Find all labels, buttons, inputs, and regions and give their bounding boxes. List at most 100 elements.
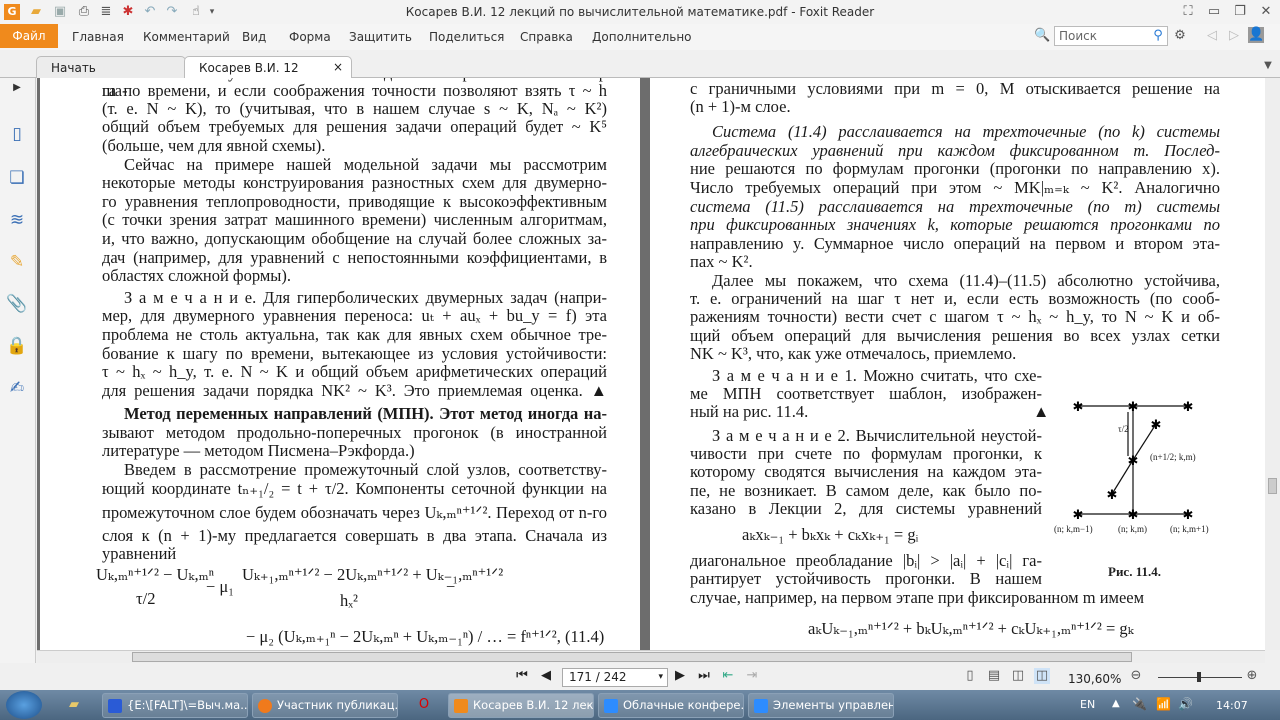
facing-icon[interactable]: ◫ (1010, 668, 1026, 684)
menu-view[interactable]: Вид (242, 30, 266, 44)
horizontal-scroll-thumb[interactable] (132, 652, 1132, 662)
clock[interactable]: 14:07 (1216, 699, 1248, 712)
text-line: − μ₁ (206, 577, 235, 596)
tray-expand-icon[interactable]: ▲ (1112, 698, 1120, 709)
text-line: Введем в рассмотрение промежуточный слой… (124, 460, 607, 479)
tab-document[interactable]: Косарев В.И. 12 лекц...× (184, 56, 352, 89)
start-button[interactable] (6, 691, 42, 719)
continuous-icon[interactable]: ▤ (986, 668, 1002, 684)
volume-icon[interactable]: 🔊 (1178, 697, 1193, 711)
text-line: случае, например, на первом этапе при фи… (690, 588, 1145, 607)
gear-icon[interactable]: ⚙ (1172, 28, 1188, 44)
search-folder-icon[interactable]: 🔍 (1034, 28, 1050, 44)
zoom-in-icon[interactable]: ⊕ (1244, 668, 1260, 684)
comments-panel-icon[interactable]: ✎ (6, 252, 28, 274)
text-line: рантирует устойчивость прогонки. В нашем (690, 569, 1042, 588)
svg-text:✱: ✱ (1183, 400, 1194, 415)
layers-panel-icon[interactable]: ❏ (6, 168, 28, 190)
left-sidebar: ▶ ▯ ❏ ≋ ✎ 📎 🔒 ✍ (0, 78, 36, 664)
zoom-level[interactable]: 130,60% (1068, 672, 1121, 686)
figure-half-step-label: τ/2 (1118, 424, 1129, 434)
taskbar-label: {E:\[FALT]\=Выч.ма... (127, 698, 248, 712)
last-page-icon[interactable]: ⏭ (696, 668, 712, 684)
prev-page-icon[interactable]: ◀ (538, 668, 554, 684)
figure-node-left-label: (n; k,m−1) (1054, 524, 1093, 534)
svg-text:✱: ✱ (1073, 508, 1084, 523)
taskbar-item-foxit[interactable]: Косарев В.И. 12 лек... (448, 693, 594, 718)
fullscreen-icon[interactable]: ⛶ (1180, 4, 1196, 20)
signature-icon[interactable]: ✍ (6, 378, 28, 400)
taskbar-item-firefox[interactable]: Участник публикац... (252, 693, 398, 718)
text-line: Сейчас на примере нашей модельной задачи… (124, 155, 607, 174)
page-dropdown-icon[interactable]: ▾ (658, 669, 663, 686)
power-icon[interactable]: 🔌 (1132, 697, 1147, 711)
taskbar-item-zoom-controls[interactable]: Элементы управлен... (748, 693, 894, 718)
taskbar-label: Элементы управлен... (773, 698, 894, 712)
text-line: ние решаются по формулам прогонки (прого… (690, 159, 1220, 178)
restore-button[interactable]: ❐ (1232, 4, 1248, 20)
tab-close-icon[interactable]: × (333, 60, 343, 74)
page-number-input[interactable]: 171 / 242 ▾ (562, 668, 668, 687)
attachments-icon[interactable]: 📎 (6, 294, 28, 316)
taskbar-item-zoom-cloud[interactable]: Облачные конфере... (598, 693, 744, 718)
vertical-scroll-thumb[interactable] (1268, 478, 1277, 494)
tab-list-dropdown-icon[interactable]: ▼ (1260, 58, 1276, 74)
bookmarks-panel-icon[interactable]: ≋ (6, 210, 28, 232)
document-viewer[interactable]: асимптотической устойчивости схемы здесь… (37, 78, 1265, 650)
pages-panel-icon[interactable]: ▯ (6, 124, 28, 146)
menu-file[interactable]: Файл (0, 24, 58, 48)
text-line: З а м е ч а н и е 2. Вычислительной неус… (712, 426, 1042, 445)
forward-icon[interactable]: ▷ (1226, 28, 1242, 44)
menu-home[interactable]: Главная (72, 30, 124, 44)
previous-view-icon[interactable]: ⇤ (720, 668, 736, 684)
continuous-facing-icon[interactable]: ◫ (1034, 668, 1050, 684)
pdf-page-left: асимптотической устойчивости схемы здесь… (40, 78, 640, 650)
zoom-slider-thumb[interactable] (1197, 672, 1201, 682)
first-page-icon[interactable]: ⏮ (514, 668, 530, 684)
text-line: система (11.5) расслаивается на трехточе… (690, 197, 1220, 216)
next-page-icon[interactable]: ▶ (672, 668, 688, 684)
language-indicator[interactable]: EN (1080, 698, 1095, 711)
security-lock-icon[interactable]: 🔒 (6, 336, 28, 358)
text-line: (n + 1)-м слое. (690, 97, 791, 116)
text-line: пе, не возникает. В самом деле, как было… (690, 481, 1042, 500)
text-line: aₖxₖ₋₁ + bₖxₖ + cₖxₖ₊₁ = gᵢ (742, 525, 919, 544)
menu-protect[interactable]: Защитить (349, 30, 412, 44)
user-avatar-icon[interactable]: 👤 (1248, 27, 1264, 43)
minimize-button[interactable]: ▭ (1206, 4, 1222, 20)
taskbar-item-file-manager[interactable]: {E:\[FALT]\=Выч.ма... (102, 693, 248, 718)
title-bar: G ▰ ▣ ⎙ ≣ ✱ ↶ ↷ ☝ ▾ Косарев В.И. 12 лекц… (0, 0, 1280, 24)
zoom-out-icon[interactable]: ⊖ (1128, 668, 1144, 684)
tab-start[interactable]: Начать (36, 56, 186, 78)
page-number: 171 / 242 (569, 670, 627, 684)
explorer-icon[interactable]: ▰ (66, 697, 82, 713)
text-line: NK ~ K³, что, как уже отмечалось, приемл… (690, 344, 1017, 363)
single-page-icon[interactable]: ▯ (962, 668, 978, 684)
menu-share[interactable]: Поделиться (429, 30, 504, 44)
horizontal-scrollbar[interactable] (37, 650, 1265, 663)
text-line: га по времени, и если соображения точнос… (102, 81, 607, 100)
svg-text:✱: ✱ (1183, 508, 1194, 523)
text-line: ный на рис. 11.4. (690, 402, 809, 421)
text-line: чивости при счете по формулам прогонки, … (690, 444, 1042, 463)
search-icon[interactable]: ⚲ (1150, 28, 1166, 44)
back-icon[interactable]: ◁ (1204, 28, 1220, 44)
menu-help[interactable]: Справка (520, 30, 573, 44)
text-line: τ/2 (136, 589, 156, 608)
text-line: (больше, чем для явной схемы). (102, 136, 326, 155)
next-view-icon[interactable]: ⇥ (744, 668, 760, 684)
opera-icon[interactable]: O (416, 697, 432, 713)
text-line: пах ~ K². (690, 252, 753, 271)
svg-text:✱: ✱ (1128, 454, 1139, 469)
text-line: ▲ (1033, 402, 1050, 421)
figure-caption: Рис. 11.4. (1108, 564, 1161, 579)
network-icon[interactable]: 📶 (1156, 697, 1171, 711)
menu-extra[interactable]: Дополнительно (592, 30, 692, 44)
text-line: го уравнения теплопроводности, приводящи… (102, 192, 607, 211)
vertical-scrollbar[interactable] (1265, 78, 1280, 650)
expand-sidebar-icon[interactable]: ▶ (6, 82, 28, 104)
close-button[interactable]: ✕ (1258, 4, 1274, 20)
svg-text:✱: ✱ (1151, 418, 1162, 433)
menu-comment[interactable]: Комментарий (143, 30, 230, 44)
menu-form[interactable]: Форма (289, 30, 331, 44)
